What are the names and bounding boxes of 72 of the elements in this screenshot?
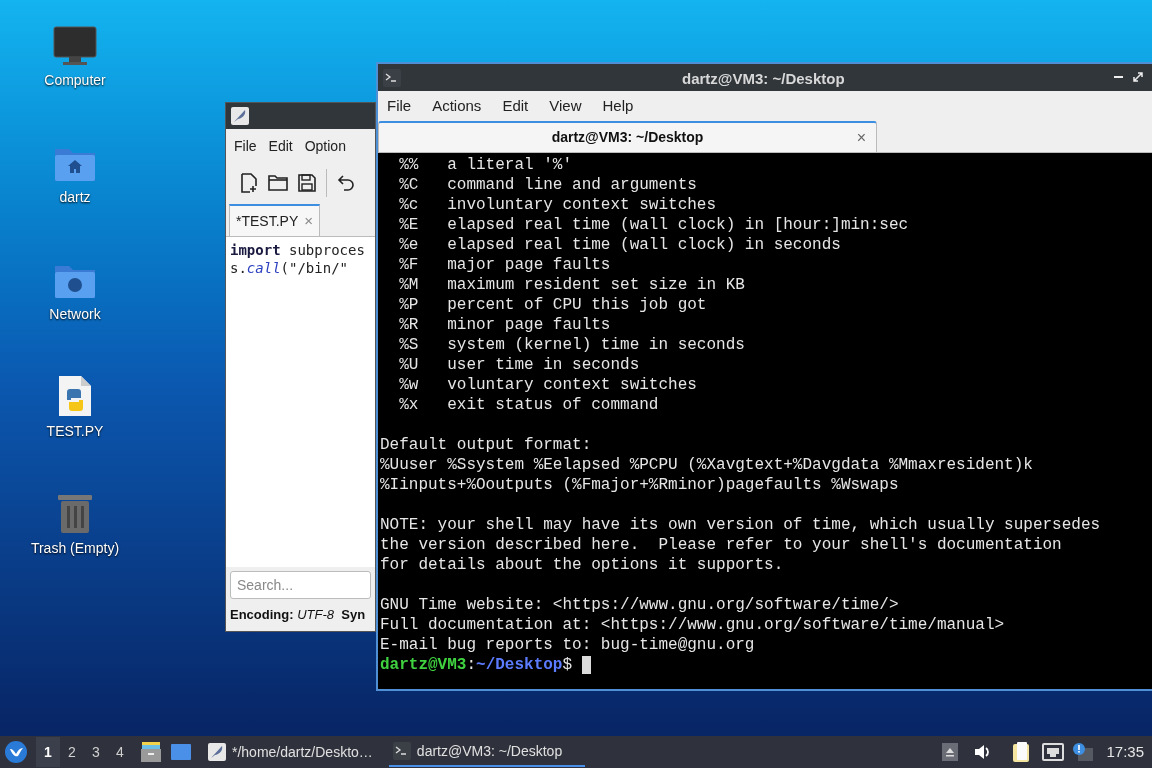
feather-icon bbox=[208, 743, 226, 761]
status-text: Encoding: UTF-8 Syn bbox=[229, 606, 367, 624]
terminal-line: %% a literal '%' bbox=[398, 155, 574, 175]
new-file-icon[interactable] bbox=[240, 173, 258, 193]
notification-icon[interactable] bbox=[1072, 742, 1095, 762]
workspace-button[interactable]: 2 bbox=[60, 737, 84, 767]
terminal-line: for details about the options it supports. bbox=[380, 555, 785, 575]
start-menu-icon[interactable] bbox=[4, 740, 28, 764]
terminal-icon bbox=[383, 68, 401, 87]
terminal-line: E-mail bug reports to: bug-time@gnu.org bbox=[380, 635, 756, 655]
clock[interactable]: 17:35 bbox=[1106, 740, 1144, 764]
python-file-icon bbox=[58, 375, 92, 417]
shell-prompt: dartz@VM3:~/Desktop$ bbox=[380, 655, 574, 675]
file-cabinet-icon[interactable] bbox=[140, 741, 162, 763]
search-field[interactable]: Search... bbox=[230, 571, 371, 599]
terminal-line: %C command line and arguments bbox=[398, 175, 698, 195]
network-port-icon[interactable] bbox=[1042, 743, 1065, 761]
save-icon[interactable] bbox=[298, 174, 316, 192]
terminal-line: GNU Time website: <https://www.gnu.org/software/time/> bbox=[380, 595, 900, 615]
terminal-line: %F major page faults bbox=[398, 255, 612, 275]
menu-item[interactable]: File bbox=[387, 94, 412, 118]
terminal-line: the version described here. Please refer to your shell's documentation bbox=[380, 535, 1063, 555]
maximize-icon[interactable] bbox=[1133, 72, 1143, 82]
undo-icon[interactable] bbox=[337, 174, 355, 192]
taskbar-task[interactable]: */home/dartz/Deskto… bbox=[204, 737, 377, 767]
terminal-line: Default output format: bbox=[380, 435, 593, 455]
terminal-line: %M maximum resident set size in KB bbox=[398, 275, 746, 295]
menu-item[interactable]: Actions bbox=[432, 94, 482, 118]
workspace-button[interactable]: 4 bbox=[108, 737, 132, 767]
terminal-tab[interactable]: dartz@VM3: ~/Desktop × bbox=[378, 121, 877, 152]
terminal-line: NOTE: your shell may have its own version of time, which usually supersedes bbox=[380, 515, 1102, 535]
window-title: dartz@VM3: ~/Desktop bbox=[682, 69, 845, 89]
monitor-icon bbox=[53, 26, 97, 66]
terminal-output[interactable] bbox=[378, 153, 1152, 689]
workspace-button[interactable]: 3 bbox=[84, 737, 108, 767]
terminal-icon bbox=[392, 742, 411, 760]
terminal-line: %c involuntary context switches bbox=[398, 195, 718, 215]
terminal-line: %S system (kernel) time in seconds bbox=[398, 335, 746, 355]
menu-item[interactable]: Edit bbox=[268, 135, 293, 157]
desktop-icon-label[interactable]: TEST.PY bbox=[46, 421, 104, 442]
code-line: s.call("/bin/" bbox=[230, 259, 349, 277]
eject-icon[interactable] bbox=[942, 743, 959, 761]
file-tab[interactable]: *TEST.PY × bbox=[229, 204, 320, 236]
terminal-line: %w voluntary context switches bbox=[398, 375, 698, 395]
trash-icon bbox=[57, 492, 93, 534]
terminal-line: %E elapsed real time (wall clock) in [hour:]min:sec bbox=[398, 215, 910, 235]
desktop-icon-label[interactable]: Trash (Empty) bbox=[30, 538, 120, 559]
terminal-line: %x exit status of command bbox=[398, 395, 660, 415]
code-line: import subproces bbox=[230, 241, 366, 259]
terminal-line: %U user time in seconds bbox=[398, 355, 641, 375]
desktop-icon-label[interactable]: dartz bbox=[59, 187, 91, 208]
close-icon[interactable]: × bbox=[304, 209, 313, 233]
menu-item[interactable]: File bbox=[234, 135, 257, 157]
cursor bbox=[581, 656, 591, 674]
terminal-line: %Uuser %Ssystem %Eelapsed %PCPU (%Xavgtext+%Davgdata %Mmaxresident)k bbox=[380, 455, 1034, 475]
terminal-line: %P percent of CPU this job got bbox=[398, 295, 708, 315]
code-editor[interactable]: import subproces s.call("/bin/" bbox=[226, 237, 375, 567]
taskbar-task[interactable]: dartz@VM3: ~/Desktop bbox=[388, 737, 585, 767]
close-icon[interactable]: × bbox=[856, 126, 866, 150]
menu-item[interactable]: Help bbox=[602, 94, 634, 118]
show-desktop-icon[interactable] bbox=[170, 742, 192, 762]
feather-icon bbox=[231, 107, 249, 125]
terminal-line: Full documentation at: <https://www.gnu.org/software/time/manual> bbox=[380, 615, 1006, 635]
menu-item[interactable]: Option bbox=[304, 135, 346, 157]
terminal-line: %e elapsed real time (wall clock) in seconds bbox=[398, 235, 842, 255]
menu-item[interactable]: View bbox=[549, 94, 582, 118]
desktop-icon-label[interactable]: Network bbox=[49, 304, 101, 325]
terminal-line: %R minor page faults bbox=[398, 315, 612, 335]
terminal-line: %Iinputs+%Ooutputs (%Fmajor+%Rminor)pagefaults %Wswaps bbox=[380, 475, 900, 495]
folder-icon[interactable] bbox=[268, 174, 288, 192]
menu-item[interactable]: Edit bbox=[502, 94, 529, 118]
workspace-button[interactable]: 1 bbox=[36, 737, 60, 767]
